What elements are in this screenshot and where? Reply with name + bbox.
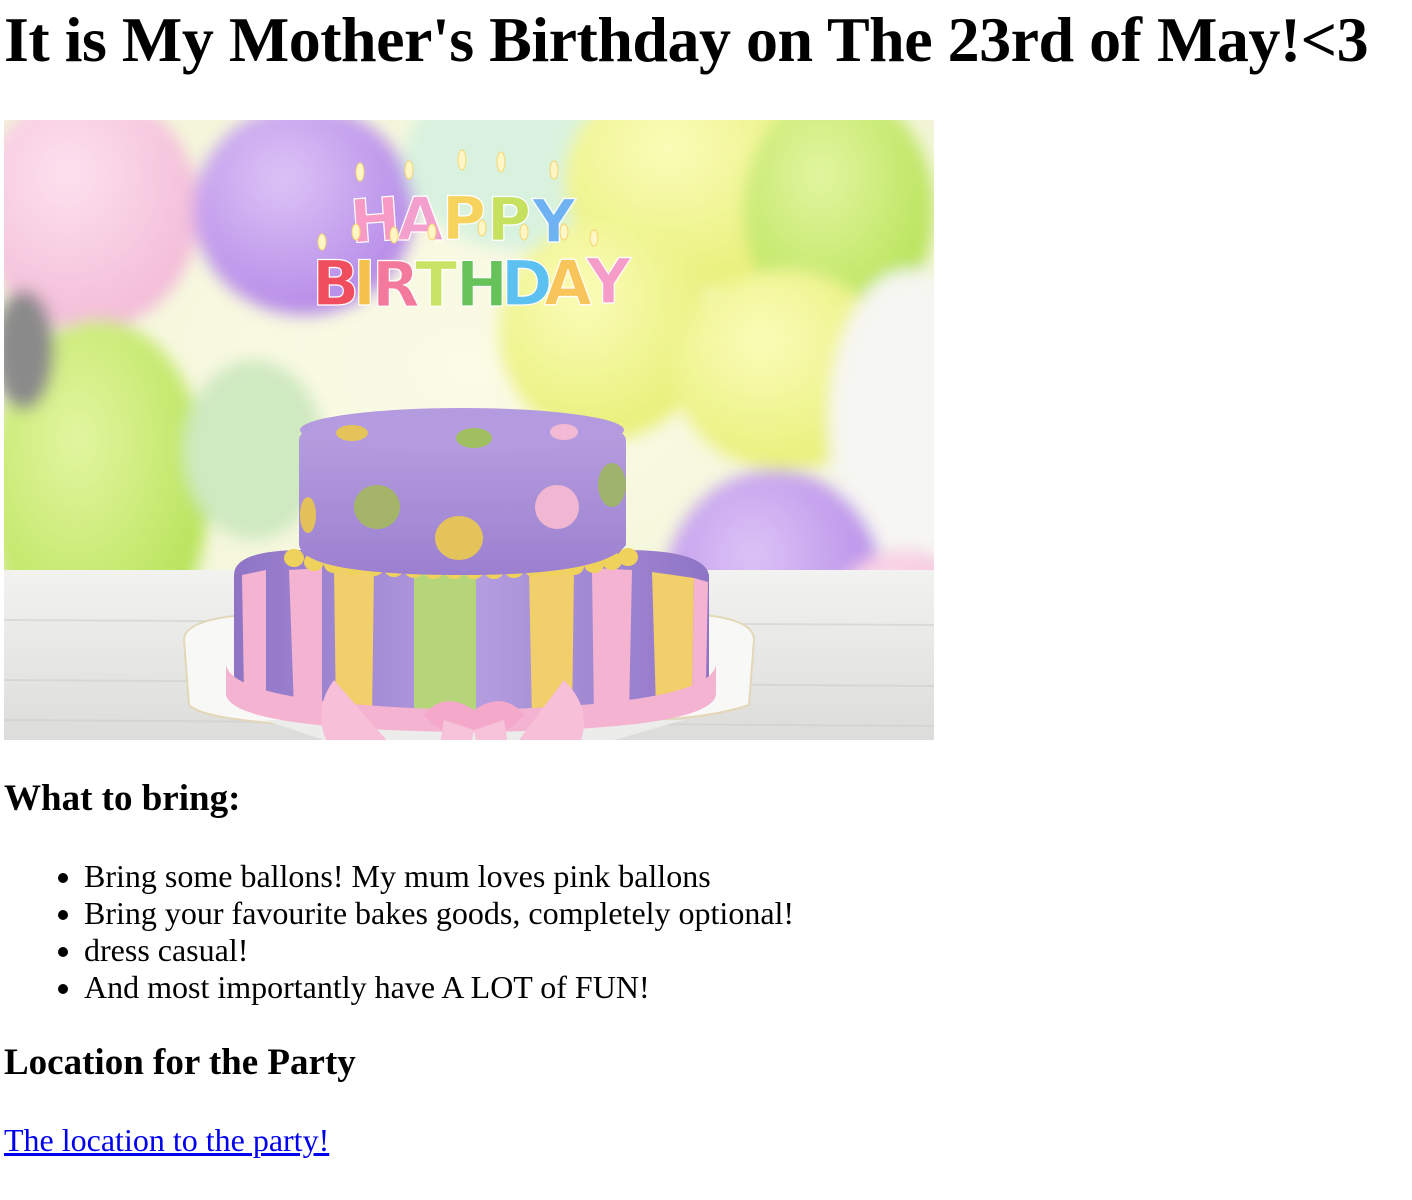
svg-text:P: P	[487, 185, 531, 255]
svg-text:A: A	[544, 247, 592, 320]
svg-text:P: P	[442, 184, 486, 254]
bring-list: Bring some ballons! My mum loves pink ba…	[4, 858, 1408, 1006]
svg-text:T: T	[415, 248, 457, 321]
svg-text:Y: Y	[585, 245, 632, 318]
list-item: And most importantly have A LOT of FUN!	[84, 969, 1408, 1006]
page-title: It is My Mother's Birthday on The 23rd o…	[4, 4, 1369, 75]
page: It is My Mother's Birthday on The 23rd o…	[4, 0, 1408, 1159]
svg-text:R: R	[372, 248, 420, 321]
birthday-cake-image: H A P P Y B I R T H D A Y	[4, 120, 934, 740]
list-item: Bring your favourite bakes goods, comple…	[84, 895, 1408, 932]
location-heading: Location for the Party	[4, 1042, 356, 1083]
what-to-bring-heading: What to bring:	[4, 778, 241, 819]
list-item: dress casual!	[84, 932, 1408, 969]
list-item: Bring some ballons! My mum loves pink ba…	[84, 858, 1408, 895]
svg-text:A: A	[397, 185, 444, 255]
party-location-link[interactable]: The location to the party!	[4, 1122, 329, 1159]
